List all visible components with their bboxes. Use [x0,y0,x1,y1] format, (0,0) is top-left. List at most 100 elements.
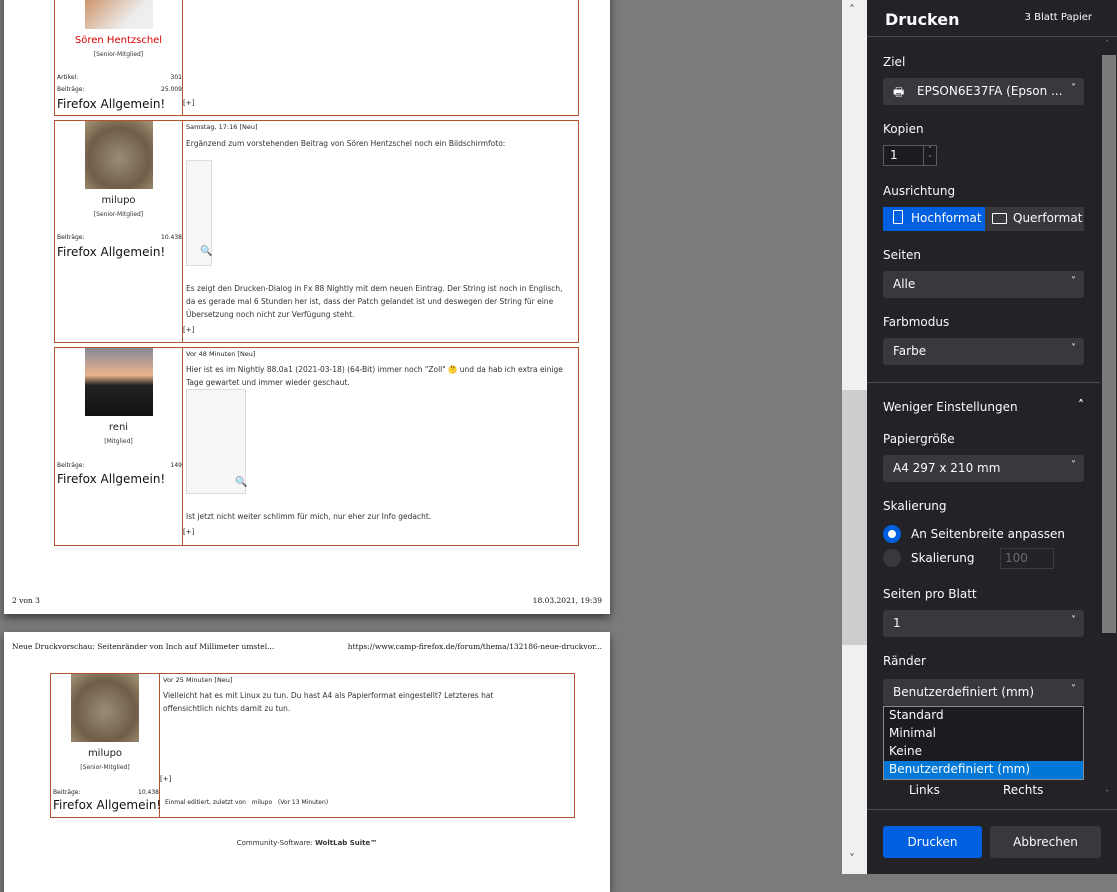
orientation-label: Ausrichtung [883,184,956,198]
color-mode-label: Farbmodus [883,315,950,329]
signature: Firefox Allgemein! [57,97,166,111]
stat-row: Artikel: 301 [57,74,182,81]
expand-link[interactable]: [+] [160,775,171,783]
panel-title: Drucken [885,10,960,29]
option-minimal[interactable]: Minimal [884,725,1083,743]
signature: Firefox Allgemein! [57,245,166,259]
expand-link[interactable]: [+] [183,528,194,536]
avatar [84,0,153,29]
chevron-down-icon: ˅ [1071,684,1076,695]
preview-page-3: Neue Druckvorschau: Seitenränder von Inc… [4,632,610,892]
preview-scrollbar[interactable]: ˄ ˅ [842,0,867,874]
settings-scrollbar[interactable]: ˄ ˅ [1101,37,1117,809]
preview-page-2: Sören Hentzschel [Senior-Mitglied] Artik… [4,0,610,614]
fit-width-label: An Seitenbreite anpassen [911,527,1065,541]
forum-post: Sören Hentzschel [Senior-Mitglied] Artik… [54,0,579,116]
chevron-down-icon: ˅ [849,852,855,866]
stat-row: Beiträge: 149 [57,462,182,469]
pages-per-sheet-select[interactable]: 1 ˅ [883,610,1084,637]
scaling-label: Skalierung [883,499,947,513]
post-text: Ergänzend zum vorstehenden Beitrag von S… [186,139,506,148]
portrait-button[interactable]: Hochformat [883,207,985,231]
forum-post: milupo [Senior-Mitglied] Beiträge: 10.438… [50,673,575,818]
username: reni [108,422,129,433]
post-text: Es zeigt den Drucken-Dialog in Fx 88 Nig… [186,284,563,319]
option-standard[interactable]: Standard [884,707,1083,725]
forum-post: milupo [Senior-Mitglied] Beiträge: 10.438… [54,120,579,343]
pages-per-sheet-label: Seiten pro Blatt [883,587,977,601]
chevron-down-icon: ˅ [1071,460,1076,471]
avatar [84,121,153,189]
destination-label: Ziel [883,55,906,69]
page-header-url: https://www.camp-firefox.de/forum/thema/… [347,642,602,651]
user-rank: [Senior-Mitglied] [93,51,144,58]
page-number: 2 von 3 [12,596,40,605]
destination-select[interactable]: 🖶 EPSON6E37FA (Epson ... ˅ [883,78,1084,105]
chevron-down-icon: ˅ [1071,615,1076,626]
chevron-up-icon: ˄ [849,3,855,17]
zoom-icon: 🔍 [235,477,248,488]
stat-row: Beiträge: 10.438 [53,789,159,796]
post-text: Ist jetzt nicht weiter schlimm für mich,… [186,512,432,521]
portrait-icon [893,210,903,224]
chevron-up-icon: ˄ [1078,398,1084,412]
signature: Firefox Allgemein! [53,798,162,812]
page-header-title: Neue Druckvorschau: Seitenränder von Inc… [12,642,275,651]
stepper-icon: ˄ ˅ [923,146,936,165]
chevron-down-icon: ˅ [1071,276,1076,287]
user-rank: [Senior-Mitglied] [80,764,130,771]
scale-input[interactable]: 100 [1000,548,1054,569]
fit-width-radio[interactable] [883,525,901,543]
cancel-button[interactable]: Abbrechen [990,826,1101,858]
username: milupo [101,195,136,206]
screenshot-thumbnail[interactable]: 🔍 [186,389,248,494]
pages-label: Seiten [883,248,922,262]
option-custom[interactable]: Benutzerdefiniert (mm) [884,761,1083,779]
user-rank: [Senior-Mitglied] [93,211,144,218]
copies-input[interactable]: 1 ˄ ˅ [883,145,937,166]
landscape-icon [992,213,1007,224]
username: milupo [87,748,123,759]
paper-size-select[interactable]: A4 297 x 210 mm ˅ [883,455,1084,482]
landscape-button[interactable]: Querformat [985,207,1084,231]
chevron-down-icon: ˅ [1071,83,1076,94]
sheet-count: 3 Blatt Papier [1024,12,1092,23]
username: Sören Hentzschel [74,35,163,46]
scrollbar-thumb[interactable] [842,390,867,645]
screenshot-thumbnail[interactable]: 🔍 [186,160,212,266]
pages-select[interactable]: Alle ˅ [883,271,1084,298]
option-keine[interactable]: Keine [884,743,1083,761]
scale-radio[interactable] [883,549,901,567]
avatar [84,348,153,416]
signature: Firefox Allgemein! [57,472,166,486]
avatar [71,674,139,742]
chevron-down-icon: ˅ [1071,343,1076,354]
margins-label: Ränder [883,654,926,668]
expand-link[interactable]: [+] [183,99,194,107]
print-button[interactable]: Drucken [883,826,982,858]
margins-select[interactable]: Benutzerdefiniert (mm) ˅ [883,679,1084,706]
chevron-down-icon: ˅ [1105,789,1109,798]
stat-row: Beiträge: 25.009 [57,86,182,93]
chevron-up-icon: ˄ [1105,39,1109,48]
stat-row: Beiträge: 10.438 [57,234,182,241]
fewer-settings-toggle[interactable]: Weniger Einstellungen ˄ [883,398,1084,414]
user-rank: [Mitglied] [104,438,133,445]
post-text: Vielleicht hat es mit Linux zu tun. Du h… [163,691,494,713]
forum-post: reni [Mitglied] Beiträge: 149 Firefox All… [54,347,579,546]
scale-label: Skalierung [911,551,975,565]
print-date: 18.03.2021, 19:39 [532,596,602,605]
post-text: Hier ist es im Nightly 88.0a1 (2021-03-1… [186,365,563,387]
margin-left-label: Links [909,783,940,797]
scrollbar-thumb[interactable] [1102,55,1116,633]
print-settings-panel: Drucken 3 Blatt Papier Ziel 🖶 EPSON6E37FA … [867,0,1117,874]
page-footer: Community-Software: WoltLab Suite™ [236,839,378,847]
copies-label: Kopien [883,122,924,136]
expand-link[interactable]: [+] [183,326,194,334]
margin-right-label: Rechts [1003,783,1044,797]
margins-dropdown-list: Standard Minimal Keine Benutzerdefiniert… [883,706,1084,780]
color-mode-select[interactable]: Farbe ˅ [883,338,1084,365]
paper-size-label: Papiergröße [883,432,955,446]
printer-icon: 🖶 [893,85,905,99]
zoom-icon: 🔍 [200,246,213,257]
